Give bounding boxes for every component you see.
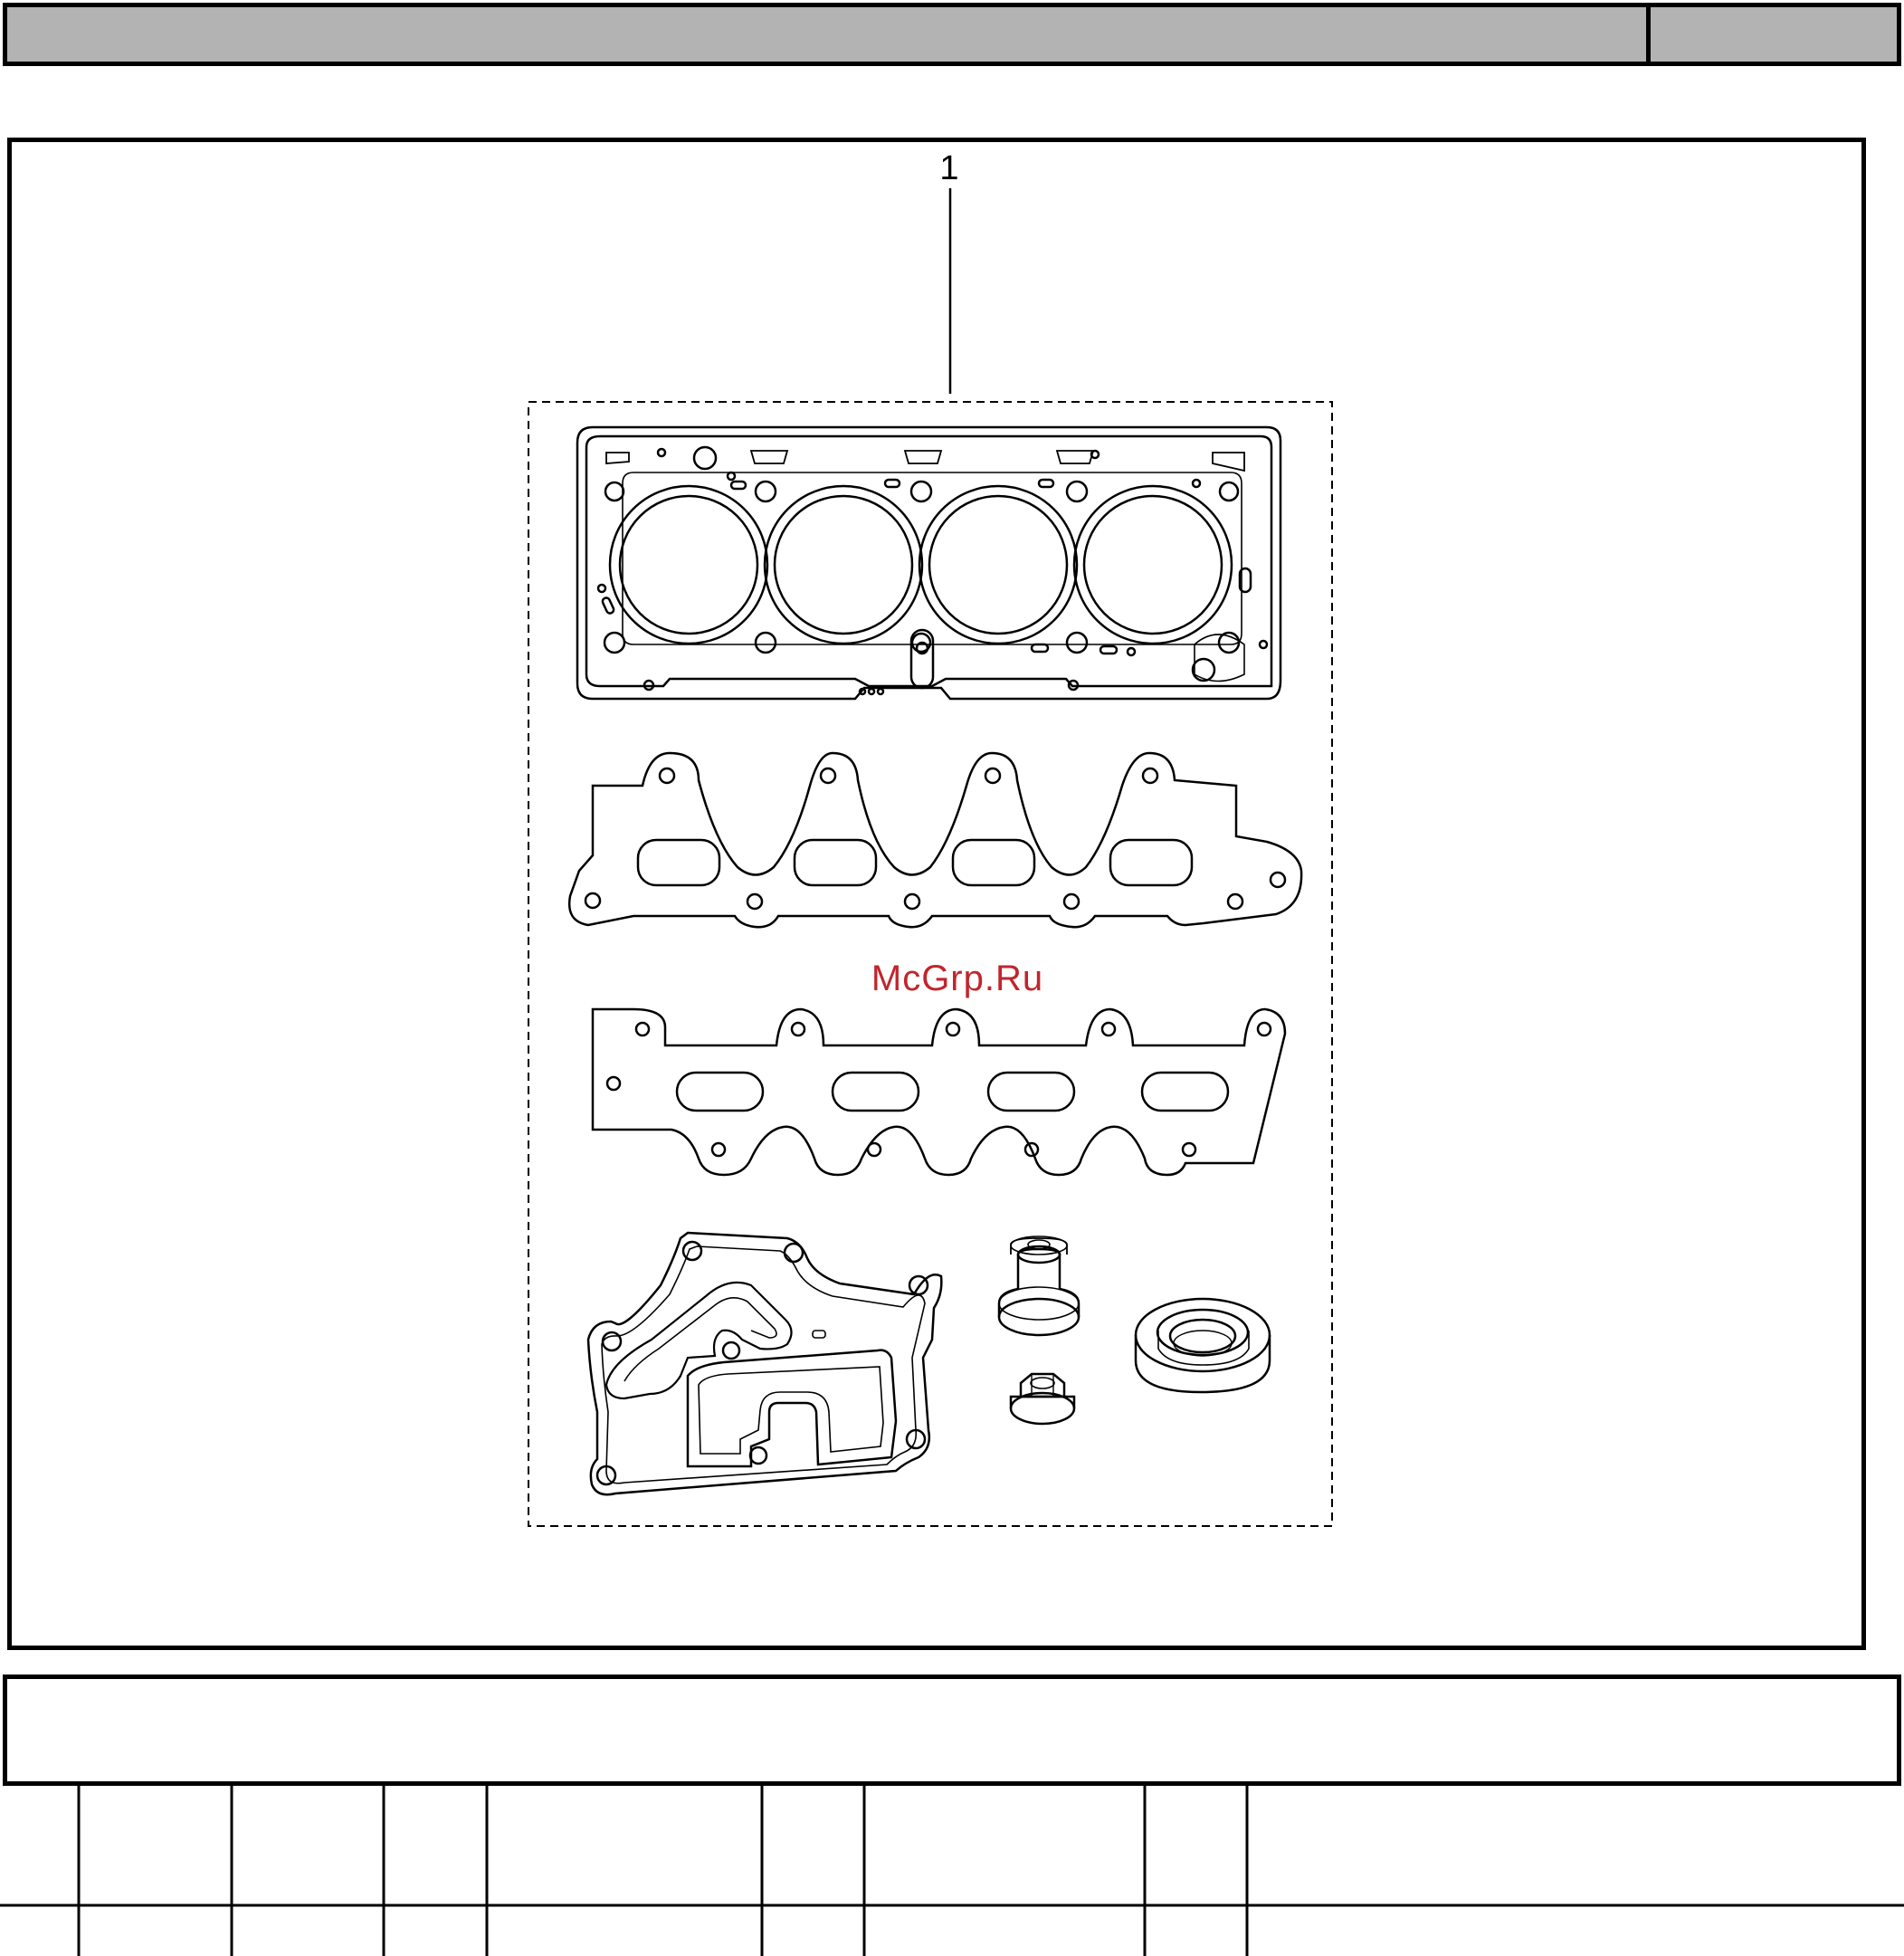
nut[interactable] [1009,1372,1076,1426]
water-pump-gasket[interactable] [586,1231,943,1496]
exhaust-manifold-gasket[interactable] [591,1007,1287,1177]
intake-manifold-gasket[interactable] [567,751,1303,929]
parts-table [0,1785,1904,1956]
oil-seal[interactable] [1134,1297,1271,1394]
watermark: McGrp.Ru [871,959,1043,998]
gasket-kit-diagram: 1 McGrp.Ru [528,149,1333,1527]
cylinder-head-gasket[interactable] [576,425,1282,701]
valve-stem-seal[interactable] [997,1236,1081,1337]
callout-label[interactable]: 1 [939,149,958,187]
